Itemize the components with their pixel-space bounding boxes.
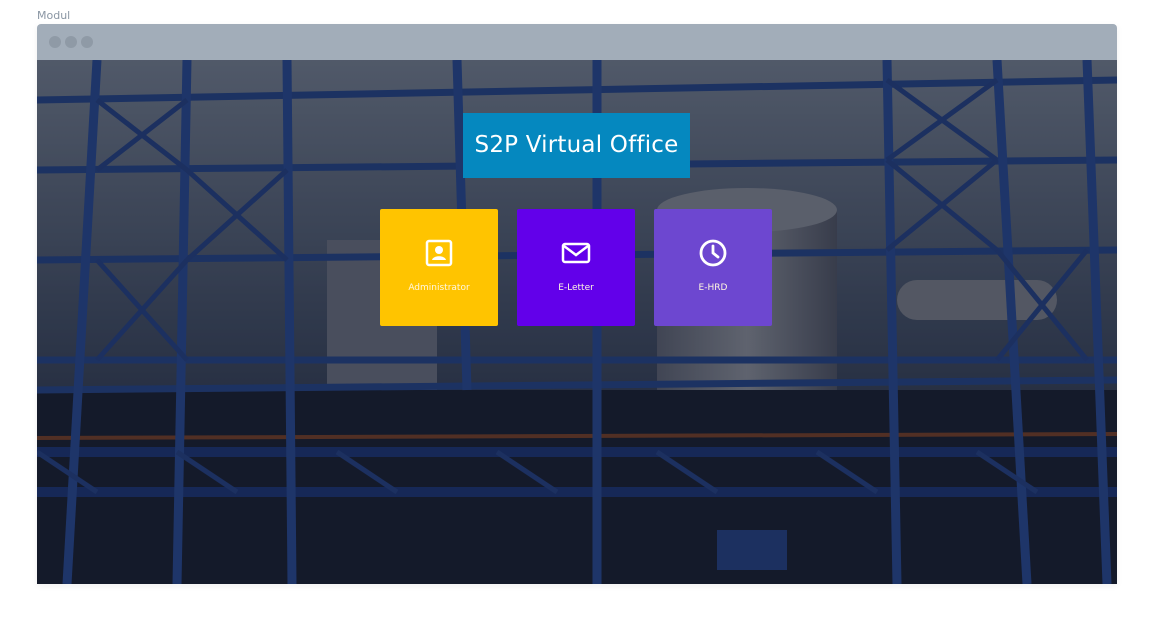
- module-tile-administrator[interactable]: Administrator: [380, 209, 498, 326]
- page-label: Modul: [37, 9, 71, 22]
- app-title: S2P Virtual Office: [463, 113, 690, 178]
- contact-card-icon: [425, 239, 453, 267]
- window-dot-icon: [81, 36, 93, 48]
- window-dot-icon: [49, 36, 61, 48]
- module-tile-e-letter[interactable]: E-Letter: [517, 209, 635, 326]
- window-dot-icon: [65, 36, 77, 48]
- app-viewport: S2P Virtual Office Administrator E-Lette…: [37, 60, 1117, 584]
- module-label: Administrator: [408, 283, 470, 293]
- browser-frame: S2P Virtual Office Administrator E-Lette…: [37, 24, 1117, 584]
- mail-icon: [561, 242, 591, 264]
- module-label: E-Letter: [558, 283, 594, 293]
- clock-icon: [699, 239, 727, 267]
- window-titlebar: [37, 24, 1117, 60]
- module-label: E-HRD: [698, 283, 728, 293]
- module-tile-e-hrd[interactable]: E-HRD: [654, 209, 772, 326]
